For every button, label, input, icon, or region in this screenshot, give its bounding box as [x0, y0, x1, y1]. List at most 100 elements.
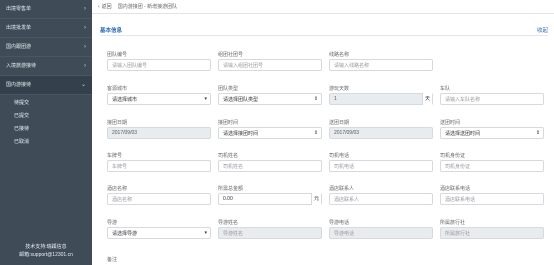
sidebar-item-pending[interactable]: 待提交 [14, 97, 92, 110]
driver-phone-input[interactable]: 司机电话 [329, 160, 433, 172]
updown-arrow-icon: ⇕ [535, 130, 540, 136]
unit-suffix: 天 [422, 93, 432, 105]
hotel-contact-input[interactable]: 酒店联系人 [329, 193, 433, 205]
chevron-right-icon: › [84, 63, 86, 69]
nav-group-label: 入境旅游接待 [6, 63, 37, 69]
subnav: 待提交 已提交 已接待 已取消 [0, 95, 92, 149]
field-label: 司机电话 [329, 153, 350, 159]
field-plate-no: 车牌号 车牌号 [107, 152, 211, 172]
field-driver-id: 司机身份证 司机身份证 [440, 152, 544, 172]
fleet-input[interactable]: 请输入车队名称 [440, 93, 544, 105]
placeholder: 酒店联系人 [334, 196, 360, 203]
placeholder: 酒店联系电话 [445, 196, 476, 203]
field-label: 酒店联系电话 [440, 186, 471, 192]
cash-amount-input[interactable]: 0.00 元 [218, 193, 322, 205]
field-value: 导游姓名 [223, 230, 244, 237]
sidebar-item-received[interactable]: 已接待 [14, 123, 92, 136]
placeholder: 请输入线路名称 [334, 62, 370, 69]
field-cash-amount: 所需总金额 0.00 元 [218, 185, 322, 205]
caret-down-icon: ▾ [204, 96, 207, 102]
agency-input: 所属旅行社 [440, 227, 544, 239]
chevron-right-icon: › [84, 25, 86, 31]
field-hotel-phone: 酒店联系电话 酒店联系电话 [440, 185, 544, 205]
sidebar-item-submitted[interactable]: 已提交 [14, 110, 92, 123]
field-guide: 导游 请选择导游 ▾ [107, 219, 211, 239]
select-value: 请选择送团时间 [445, 130, 481, 137]
source-city-select[interactable]: 请选择城市 ▾ [107, 93, 211, 105]
field-value: 1 [334, 96, 337, 102]
driver-id-input[interactable]: 司机身份证 [440, 160, 544, 172]
support-text: 技术支持:瑞蹊信息 [25, 244, 67, 250]
field-label: 接团日期 [107, 120, 128, 126]
field-label: 团队编号 [107, 52, 128, 58]
support-email: 邮箱:support@12301.cn [19, 252, 73, 258]
field-value: 所属旅行社 [445, 230, 471, 237]
dropoff-time-select[interactable]: 请选择送团时间 ⇕ [440, 127, 544, 139]
field-label: 导游姓名 [218, 220, 239, 226]
nav-group-domestic-tour[interactable]: 国内跟团游 › [0, 38, 92, 57]
sidebar-item-cancelled[interactable]: 已取消 [14, 136, 92, 149]
nav-group-inbound-reception[interactable]: 入境旅游接待 › [0, 57, 92, 76]
select-value: 请选择团队类型 [223, 96, 259, 103]
nav-group-domestic-reception[interactable]: 国内游接待 ⌄ [0, 76, 92, 95]
nav-group-label: 国内游接待 [6, 82, 32, 88]
nav-group-outbound-retail[interactable]: 出境零售单 › [0, 0, 92, 19]
select-value: 请选择城市 [112, 96, 138, 103]
field-route-name: 线路名称 请输入线路名称 [329, 51, 433, 71]
field-value: 0.00 [223, 196, 233, 202]
hotel-phone-input[interactable]: 酒店联系电话 [440, 193, 544, 205]
field-tour-days: 游玩天数 1天 [329, 85, 433, 105]
field-label: 司机身份证 [440, 153, 466, 159]
back-button[interactable]: ‹ 返回 [98, 3, 112, 11]
select-value: 请选择接团时间 [223, 130, 259, 137]
field-label: 车队 [440, 86, 451, 92]
team-no-input[interactable]: 请输入团队编号 [107, 59, 211, 71]
tour-days-input: 1天 [329, 93, 433, 105]
guide-phone-input: 导游电话 [329, 227, 433, 239]
team-type-select[interactable]: 请选择团队类型 ⇕ [218, 93, 322, 105]
topbar: ‹ 返回 国内游接团 - 新增接游团队 [92, 0, 554, 14]
nav-group-label: 出境零售单 [6, 6, 32, 12]
nav-group-outbound-wholesale[interactable]: 出境批发单 › [0, 19, 92, 38]
field-label: 组团社团号 [218, 52, 244, 58]
placeholder: 司机身份证 [445, 163, 471, 170]
placeholder: 车牌号 [112, 163, 128, 170]
field-label: 所需总金额 [218, 186, 244, 192]
field-label: 导游 [107, 220, 118, 226]
field-group-no: 组团社团号 请输入组团社团号 [218, 51, 322, 71]
field-guide-name: 导游姓名 导游姓名 [218, 219, 322, 239]
plate-no-input[interactable]: 车牌号 [107, 160, 211, 172]
field-label: 导游电话 [329, 220, 350, 226]
collapse-link[interactable]: 收起 [537, 26, 548, 34]
field-dropoff-date: 送团日期 2017/09/03 [329, 119, 433, 139]
pickup-date-input[interactable]: 2017/09/03 [107, 127, 211, 139]
updown-arrow-icon: ⇕ [313, 130, 318, 136]
guide-select[interactable]: 请选择导游 ▾ [107, 227, 211, 239]
placeholder: 请输入车队名称 [445, 96, 481, 103]
driver-name-input[interactable]: 司机姓名 [218, 160, 322, 172]
breadcrumb: 国内游接团 - 新增接游团队 [117, 4, 178, 10]
updown-arrow-icon: ⇕ [313, 96, 318, 102]
field-label: 酒店联系人 [329, 186, 355, 192]
field-hotel-contact: 酒店联系人 酒店联系人 [329, 185, 433, 205]
field-label: 所属旅行社 [440, 220, 466, 226]
field-label: 送团时间 [440, 120, 461, 126]
field-source-city: 客源城市 请选择城市 ▾ [107, 85, 211, 105]
sidebar-footer: 技术支持:瑞蹊信息 邮箱:support@12301.cn [0, 243, 92, 259]
hotel-name-input[interactable]: 酒店名称 [107, 193, 211, 205]
field-team-no: 团队编号 请输入团队编号 [107, 51, 211, 71]
route-name-input[interactable]: 请输入线路名称 [329, 59, 433, 71]
group-no-input[interactable]: 请输入组团社团号 [218, 59, 322, 71]
field-value: 导游电话 [334, 230, 355, 237]
field-pickup-date: 接团日期 2017/09/03 [107, 119, 211, 139]
chevron-right-icon: › [84, 6, 86, 12]
sidebar: 出境零售单 › 出境批发单 › 国内跟团游 › 入境旅游接待 › 国内游接待 ⌄ 待提交 … [0, 0, 92, 265]
remark-label: 备注 [107, 257, 118, 263]
field-label: 接团时间 [218, 120, 239, 126]
select-value: 请选择导游 [112, 230, 138, 237]
guide-name-input: 导游姓名 [218, 227, 322, 239]
dropoff-date-input[interactable]: 2017/09/03 [329, 127, 433, 139]
field-agency: 所属旅行社 所属旅行社 [440, 219, 544, 239]
pickup-time-select[interactable]: 请选择接团时间 ⇕ [218, 127, 322, 139]
field-value: 2017/09/03 [112, 130, 138, 136]
